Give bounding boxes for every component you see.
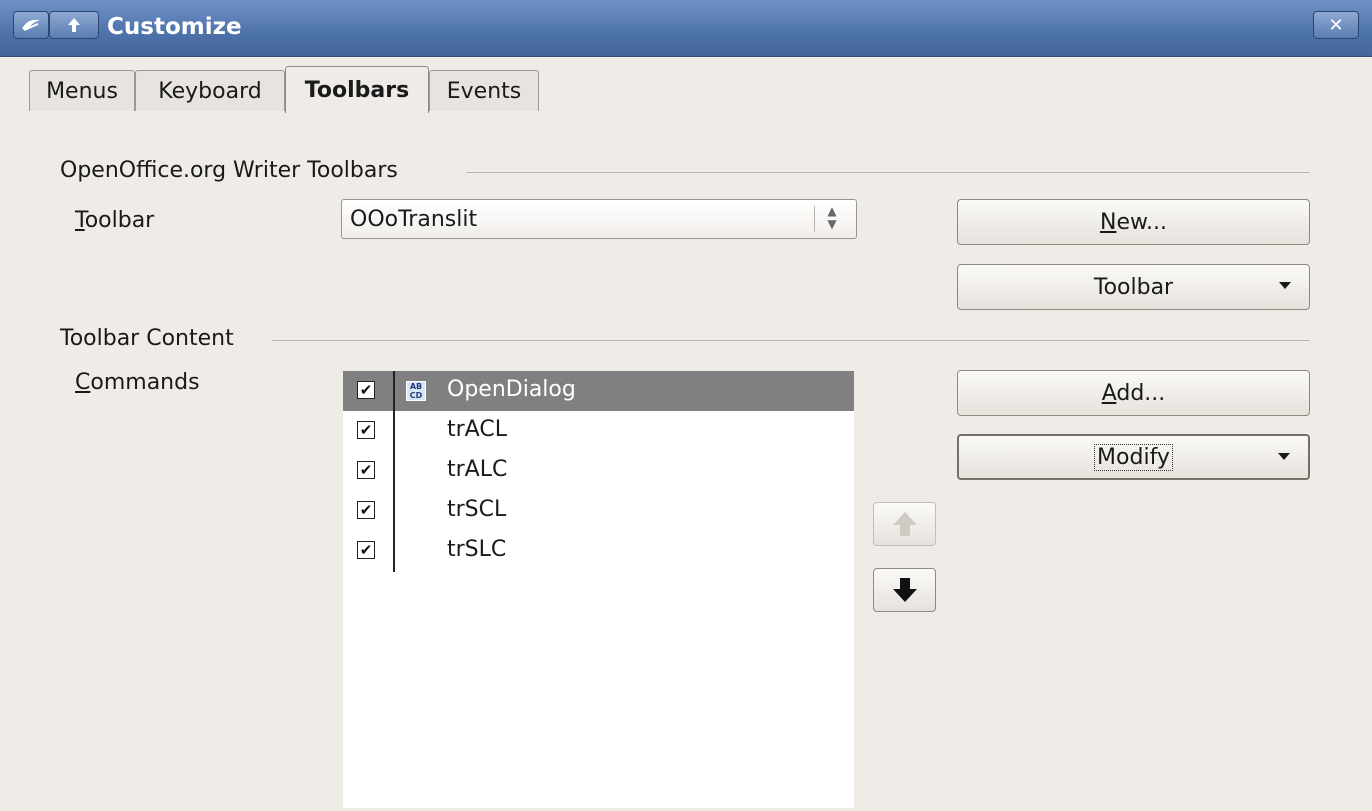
title-bar: Customize ✕ <box>0 0 1372 57</box>
list-item-label: trSCL <box>447 497 507 522</box>
checkbox[interactable]: ✔ <box>357 381 375 399</box>
tab-menus[interactable]: Menus <box>29 70 135 111</box>
section-title-toolbars: OpenOffice.org Writer Toolbars <box>60 158 398 183</box>
toolbar-combobox-value: OOoTranslit <box>350 207 478 232</box>
move-down-button[interactable] <box>873 568 936 612</box>
dropdown-arrow-icon <box>1279 282 1291 289</box>
section-divider <box>272 340 1310 341</box>
list-item[interactable]: ✔ trSCL <box>343 491 854 531</box>
move-up-button[interactable] <box>873 502 936 546</box>
toolbar-label: Toolbar <box>75 208 155 233</box>
toolbar-combobox[interactable]: OOoTranslit ▲ ▼ <box>341 199 857 239</box>
checkbox[interactable]: ✔ <box>357 501 375 519</box>
arrow-up-icon <box>892 512 917 536</box>
list-item-label: trALC <box>447 457 508 482</box>
list-item[interactable]: ✔ trACL <box>343 411 854 451</box>
checkbox[interactable]: ✔ <box>357 541 375 559</box>
window-title: Customize <box>107 14 242 40</box>
tab-events[interactable]: Events <box>429 70 539 111</box>
combobox-separator <box>814 206 815 232</box>
tab-keyboard[interactable]: Keyboard <box>135 70 285 111</box>
commands-label: Commands <box>75 370 200 395</box>
spin-arrows-icon[interactable]: ▲ ▼ <box>822 205 842 231</box>
list-item-label: trSLC <box>447 537 507 562</box>
list-item-label: trACL <box>447 417 507 442</box>
arrow-down-icon <box>892 578 917 602</box>
checkbox[interactable]: ✔ <box>357 461 375 479</box>
checkbox[interactable]: ✔ <box>357 421 375 439</box>
list-item[interactable]: ✔ AB CD OpenDialog <box>343 371 854 411</box>
list-item-label: OpenDialog <box>447 377 576 402</box>
list-item[interactable]: ✔ trALC <box>343 451 854 491</box>
modify-menu-button[interactable]: Modify <box>957 434 1310 480</box>
section-title-content: Toolbar Content <box>60 326 234 351</box>
column-divider <box>393 371 395 572</box>
tab-toolbars[interactable]: Toolbars <box>285 66 429 113</box>
new-button[interactable]: New... <box>957 199 1310 245</box>
dialog-icon: AB CD <box>406 381 426 401</box>
list-item[interactable]: ✔ trSLC <box>343 531 854 571</box>
toolbar-menu-button[interactable]: Toolbar <box>957 264 1310 310</box>
dropdown-arrow-icon <box>1278 453 1290 460</box>
shade-up-icon[interactable] <box>49 11 99 39</box>
app-icon[interactable] <box>13 11 49 39</box>
section-divider <box>466 172 1310 173</box>
close-icon[interactable]: ✕ <box>1313 11 1359 39</box>
commands-list[interactable]: ✔ AB CD OpenDialog ✔ trACL ✔ trALC ✔ trSC… <box>343 371 854 808</box>
add-button[interactable]: Add... <box>957 370 1310 416</box>
